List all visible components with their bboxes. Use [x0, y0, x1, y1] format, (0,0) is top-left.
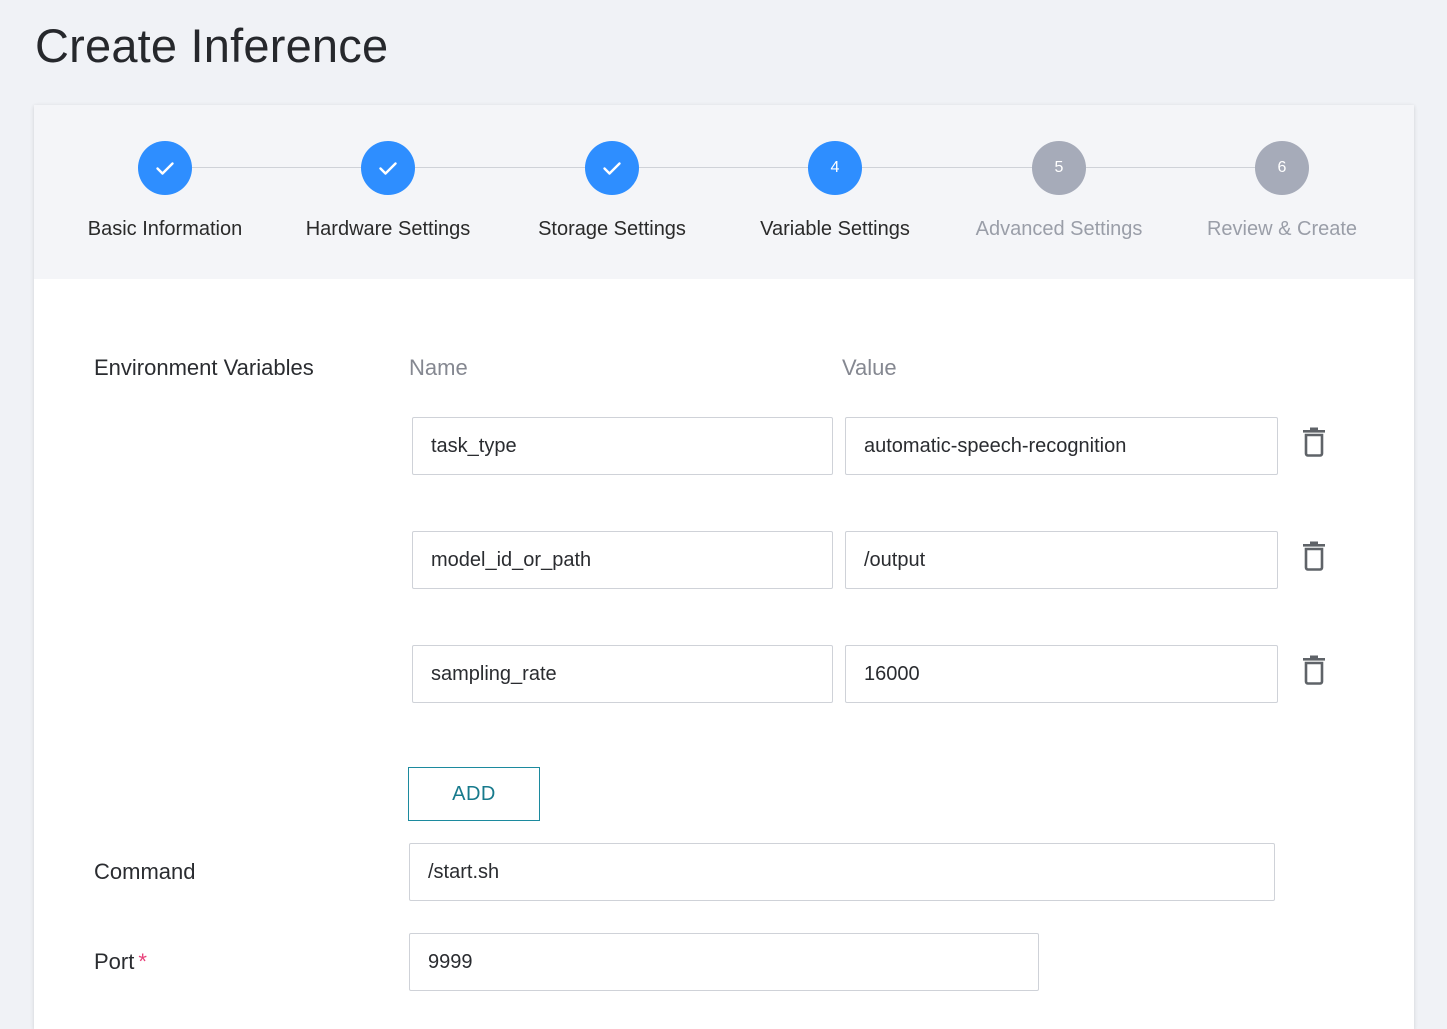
step-basic-information[interactable]: Basic Information: [55, 141, 275, 241]
step-variable-settings[interactable]: 4 Variable Settings: [725, 141, 945, 241]
port-input[interactable]: 9999: [409, 933, 1039, 991]
command-input[interactable]: /start.sh: [409, 843, 1275, 901]
name-column-header: Name: [409, 355, 468, 380]
port-label: Port *: [94, 949, 147, 975]
step-5-circle: 5: [1032, 141, 1086, 195]
add-variable-button[interactable]: ADD: [408, 767, 540, 821]
trash-icon[interactable]: [1301, 427, 1327, 457]
step-6-label: Review & Create: [1206, 218, 1358, 240]
step-4-label: Variable Settings: [760, 218, 910, 240]
step-3-label: Storage Settings: [538, 218, 686, 240]
step-hardware-settings[interactable]: Hardware Settings: [278, 141, 498, 241]
port-label-text: Port: [94, 949, 135, 974]
trash-icon[interactable]: [1301, 541, 1327, 571]
step-storage-settings[interactable]: Storage Settings: [502, 141, 722, 241]
stepper: Basic Information Hardware Settings Stor…: [34, 105, 1414, 279]
env-vars-label: Environment Variables: [94, 355, 314, 380]
step-1-circle: [138, 141, 192, 195]
page-title: Create Inference: [35, 19, 389, 72]
check-icon: [603, 162, 621, 175]
command-label: Command: [94, 859, 196, 884]
env-value-input[interactable]: /output: [845, 531, 1278, 589]
step-advanced-settings[interactable]: 5 Advanced Settings: [949, 141, 1169, 241]
step-2-label: Hardware Settings: [305, 218, 471, 240]
env-name-input[interactable]: task_type: [412, 417, 833, 475]
value-column-header: Value: [842, 355, 897, 380]
step-2-circle: [361, 141, 415, 195]
trash-icon[interactable]: [1301, 655, 1327, 685]
step-1-label: Basic Information: [87, 218, 243, 240]
check-icon: [379, 162, 397, 175]
env-value-input[interactable]: 16000: [845, 645, 1278, 703]
step-3-circle: [585, 141, 639, 195]
step-5-label: Advanced Settings: [975, 218, 1143, 240]
env-name-input[interactable]: sampling_rate: [412, 645, 833, 703]
step-review-create[interactable]: 6 Review & Create: [1172, 141, 1392, 241]
check-icon: [156, 162, 174, 175]
step-6-circle: 6: [1255, 141, 1309, 195]
env-value-input[interactable]: automatic-speech-recognition: [845, 417, 1278, 475]
create-inference-card: Basic Information Hardware Settings Stor…: [34, 105, 1414, 1029]
required-mark: *: [138, 949, 147, 974]
step-4-circle: 4: [808, 141, 862, 195]
env-name-input[interactable]: model_id_or_path: [412, 531, 833, 589]
